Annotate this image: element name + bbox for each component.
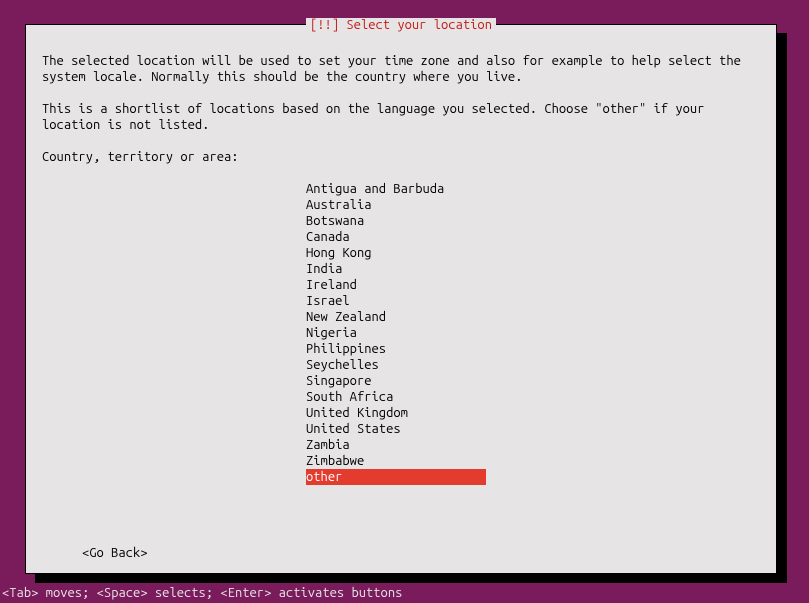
list-item[interactable]: Zambia	[306, 437, 760, 453]
dialog-content: The selected location will be used to se…	[26, 25, 776, 485]
list-item[interactable]: South Africa	[306, 389, 760, 405]
location-list[interactable]: Antigua and BarbudaAustraliaBotswanaCana…	[306, 181, 760, 485]
list-item[interactable]: United Kingdom	[306, 405, 760, 421]
list-item[interactable]: Ireland	[306, 277, 760, 293]
intro-paragraph-1: The selected location will be used to se…	[42, 53, 760, 85]
dialog-title: [!!] Select your location	[306, 18, 496, 32]
list-item[interactable]: Nigeria	[306, 325, 760, 341]
location-dialog: [!!] Select your location The selected l…	[25, 24, 777, 574]
list-item[interactable]: Zimbabwe	[306, 453, 760, 469]
list-item[interactable]: Singapore	[306, 373, 760, 389]
keyboard-hint: <Tab> moves; <Space> selects; <Enter> ac…	[0, 585, 402, 601]
list-item[interactable]: India	[306, 261, 760, 277]
list-item[interactable]: Canada	[306, 229, 760, 245]
list-item[interactable]: Botswana	[306, 213, 760, 229]
list-item[interactable]: Seychelles	[306, 357, 760, 373]
list-item[interactable]: other	[306, 469, 486, 485]
dialog-title-row: [!!] Select your location	[26, 17, 776, 33]
list-item[interactable]: Antigua and Barbuda	[306, 181, 760, 197]
list-item[interactable]: Israel	[306, 293, 760, 309]
list-item[interactable]: Australia	[306, 197, 760, 213]
list-item[interactable]: United States	[306, 421, 760, 437]
list-item[interactable]: Philippines	[306, 341, 760, 357]
list-item[interactable]: New Zealand	[306, 309, 760, 325]
go-back-button[interactable]: <Go Back>	[82, 545, 148, 561]
intro-paragraph-2: This is a shortlist of locations based o…	[42, 101, 760, 133]
list-item[interactable]: Hong Kong	[306, 245, 760, 261]
list-prompt: Country, territory or area:	[42, 149, 760, 165]
